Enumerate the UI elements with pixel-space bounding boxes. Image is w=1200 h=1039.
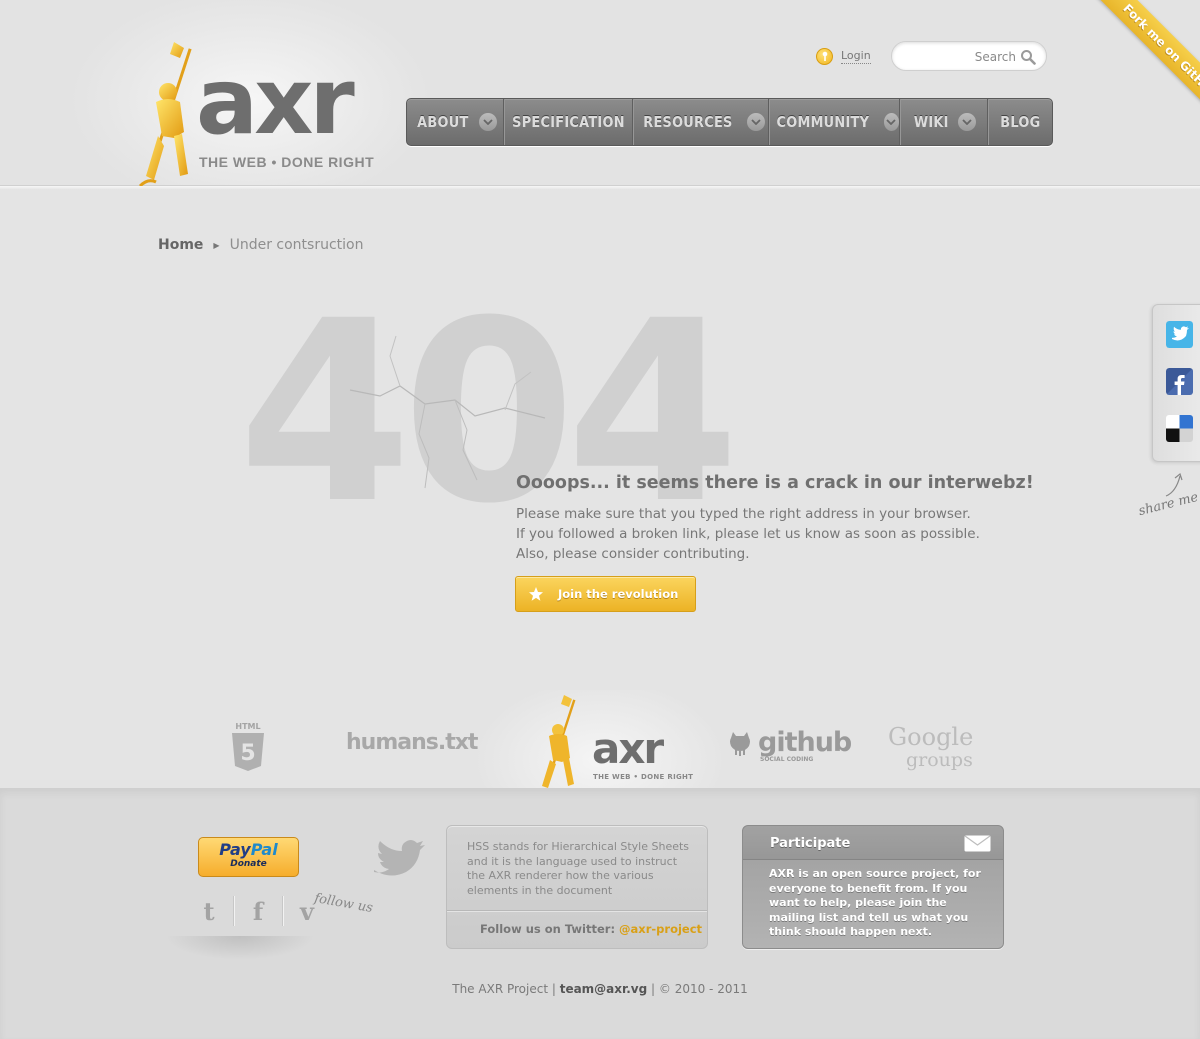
chevron-down-icon[interactable]: [958, 113, 977, 131]
error-title: Oooops... it seems there is a crack in o…: [516, 473, 1034, 493]
nav-item-community[interactable]: COMMUNITY: [769, 99, 900, 145]
facebook-icon[interactable]: f: [245, 896, 271, 926]
share-panel: [1152, 304, 1200, 462]
error-line: Also, please consider contributing.: [516, 546, 750, 562]
axr-footer-tagline: THE WEB • DONE RIGHT: [593, 773, 694, 781]
twitter-icon[interactable]: t: [196, 896, 222, 926]
login-label[interactable]: Login: [841, 49, 871, 64]
github-logo[interactable]: github SOCIAL CODING: [728, 727, 852, 763]
axr-wordmark[interactable]: axr: [196, 56, 355, 148]
nav-item-wiki[interactable]: WIKI: [900, 99, 988, 145]
nav-label: SPECIFICATION: [511, 113, 625, 131]
contact-email-link[interactable]: team@axr.vg: [560, 982, 648, 996]
participate-text: AXR is an open source project, for every…: [769, 867, 981, 938]
twitter-follow-line: Follow us on Twitter: @axr-project: [480, 922, 702, 936]
twitter-icon[interactable]: [1166, 321, 1193, 348]
mail-icon[interactable]: [964, 835, 991, 852]
twitter-handle-link[interactable]: @axr-project: [619, 922, 702, 936]
search-box[interactable]: [891, 41, 1047, 71]
copyright-suffix: | © 2010 - 2011: [647, 982, 748, 996]
copyright-prefix: The AXR Project |: [452, 982, 560, 996]
star-icon: [529, 587, 543, 601]
nav-item-blog[interactable]: BLOG: [988, 99, 1052, 145]
chevron-down-icon[interactable]: [746, 113, 765, 131]
html5-label: HTML: [235, 722, 260, 731]
paypal-donate-button[interactable]: PayPal Donate: [198, 837, 299, 877]
paypal-donate-label: Donate: [230, 859, 267, 869]
axr-mascot-logo[interactable]: [138, 40, 198, 188]
site-header: axr THE WEB • DONE RIGHT Login ABOUT SPE…: [0, 0, 1200, 190]
follow-icons: t f v: [196, 896, 320, 926]
paypal-wordmark: PayPal: [219, 842, 277, 858]
tweet-text: HSS stands for Hierarchical Style Sheets…: [467, 840, 690, 897]
logo-tagline: THE WEB • DONE RIGHT: [199, 154, 375, 170]
nav-item-about[interactable]: ABOUT: [407, 99, 504, 145]
chevron-down-icon[interactable]: [479, 113, 498, 131]
breadcrumb-separator-icon: ▶: [213, 240, 220, 250]
breadcrumb: Home ▶ Under contsruction: [158, 237, 363, 253]
divider: [233, 896, 234, 926]
google-word: Google: [888, 723, 974, 751]
join-revolution-button[interactable]: Join the revolution: [515, 576, 696, 612]
nav-label: COMMUNITY: [776, 113, 870, 131]
breadcrumb-home[interactable]: Home: [158, 237, 203, 253]
axr-mascot-small[interactable]: [534, 694, 584, 788]
participate-title: Participate: [770, 836, 851, 851]
search-icon[interactable]: [1020, 49, 1036, 65]
crack-illustration: [349, 335, 546, 489]
nav-label: ABOUT: [416, 113, 469, 131]
nav-label: RESOURCES: [643, 113, 733, 131]
axr-footer-wordmark[interactable]: axr: [592, 728, 664, 770]
html5-number: 5: [240, 741, 255, 766]
join-revolution-label: Join the revolution: [558, 587, 679, 601]
nav-label: BLOG: [999, 113, 1041, 131]
error-line: If you followed a broken link, please le…: [516, 526, 980, 542]
key-icon: [816, 47, 833, 65]
divider: [282, 896, 283, 926]
nav-item-specification[interactable]: SPECIFICATION: [504, 99, 633, 145]
copyright: The AXR Project | team@axr.vg | © 2010 -…: [0, 982, 1200, 996]
divider: [447, 910, 707, 912]
delicious-icon[interactable]: [1166, 415, 1193, 442]
search-input[interactable]: [904, 48, 1016, 66]
participate-header: Participate: [743, 826, 1003, 860]
octocat-icon: [730, 732, 750, 756]
fork-on-github-ribbon[interactable]: Fork me on GitHub: [1079, 0, 1200, 142]
main-nav: ABOUT SPECIFICATION RESOURCES COMMUNITY …: [406, 98, 1053, 146]
github-subtitle: SOCIAL CODING: [760, 756, 814, 763]
github-word: github: [758, 727, 852, 758]
google-groups-logo[interactable]: Google groups: [888, 724, 973, 770]
fork-ribbon-label: Fork me on GitHub: [1120, 1, 1200, 101]
twitter-follow-prefix: Follow us on Twitter:: [480, 922, 620, 936]
error-line: Please make sure that you typed the righ…: [516, 506, 971, 522]
nav-label: WIKI: [913, 113, 949, 131]
follow-shadow: [165, 936, 315, 960]
humans-txt-logo[interactable]: humans.txt: [346, 730, 478, 755]
error-message: Please make sure that you typed the righ…: [516, 504, 980, 564]
facebook-icon[interactable]: [1166, 368, 1193, 395]
html5-logo[interactable]: HTML 5: [230, 720, 266, 772]
breadcrumb-current: Under contsruction: [229, 237, 364, 253]
login-link[interactable]: Login: [816, 46, 871, 66]
participate-box: Participate AXR is an open source projec…: [742, 825, 1004, 949]
twitter-bird-icon: [374, 840, 425, 876]
latest-tweet-box: HSS stands for Hierarchical Style Sheets…: [446, 825, 708, 949]
chevron-down-icon[interactable]: [883, 113, 899, 131]
groups-word: groups: [906, 749, 973, 771]
nav-item-resources[interactable]: RESOURCES: [633, 99, 769, 145]
